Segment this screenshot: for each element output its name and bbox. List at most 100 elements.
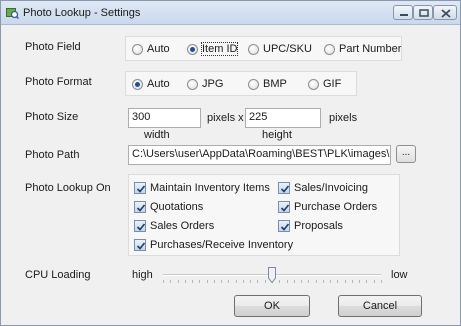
checkmark-icon <box>280 185 290 193</box>
radio-label: Auto <box>147 78 170 90</box>
checkmark-icon <box>136 204 146 212</box>
slider-tick <box>257 280 258 283</box>
pixels-x-label: pixels x <box>207 112 244 124</box>
slider-tick <box>170 280 171 283</box>
slider-tick <box>178 280 179 283</box>
photo-width-input[interactable]: 300 <box>128 108 201 128</box>
slider-tick <box>221 280 222 283</box>
width-caption: width <box>144 129 170 141</box>
slider-tick <box>287 280 288 283</box>
checkbox-box <box>134 220 146 232</box>
photo-field-radio-auto[interactable]: Auto <box>132 42 170 56</box>
checkbox-label: Quotations <box>150 201 204 213</box>
photo-field-radio-part-number[interactable]: Part Number <box>324 42 401 56</box>
check-sales-invoicing[interactable]: Sales/Invoicing <box>278 181 368 195</box>
photo-field-radio-upc-sku[interactable]: UPC/SKU <box>248 42 312 56</box>
check-sales-orders[interactable]: Sales Orders <box>134 219 214 233</box>
radio-label: JPG <box>202 78 224 90</box>
radio-label: UPC/SKU <box>263 43 312 55</box>
checkbox-box <box>134 182 146 194</box>
cpu-loading-slider-thumb[interactable] <box>268 267 276 284</box>
checkmark-icon <box>136 223 146 231</box>
checkmark-icon <box>136 185 146 193</box>
height-caption: height <box>262 129 292 141</box>
slider-tick <box>330 280 331 283</box>
close-button[interactable] <box>433 5 457 20</box>
checkbox-label: Purchase Orders <box>294 201 378 213</box>
checkbox-box <box>134 201 146 213</box>
checkbox-box <box>278 220 290 232</box>
checkbox-label: Proposals <box>294 220 343 232</box>
radio-circle <box>248 43 259 55</box>
slider-tick <box>316 280 317 283</box>
photo-path-label: Photo Path <box>25 149 80 161</box>
photo-format-label: Photo Format <box>25 76 92 88</box>
checkmark-icon <box>280 204 290 212</box>
slider-tick <box>301 280 302 283</box>
slider-tick <box>243 280 244 283</box>
slider-tick <box>163 280 164 283</box>
photo-size-label: Photo Size <box>25 111 79 123</box>
slider-tick <box>228 280 229 283</box>
cancel-button[interactable]: Cancel <box>338 295 422 317</box>
minimize-icon <box>400 14 408 16</box>
checkmark-icon <box>136 242 146 250</box>
photo-field-label: Photo Field <box>25 41 81 53</box>
slider-tick <box>294 280 295 283</box>
checkbox-label: Sales Orders <box>150 220 215 232</box>
photo-format-radio-gif[interactable]: GIF <box>308 77 341 91</box>
check-maintain-inventory-items[interactable]: Maintain Inventory Items <box>134 181 270 195</box>
checkbox-box <box>278 182 290 194</box>
slider-tick <box>323 280 324 283</box>
check-proposals[interactable]: Proposals <box>278 219 343 233</box>
photo-height-input[interactable]: 225 <box>245 108 321 128</box>
slider-tick <box>250 280 251 283</box>
checkbox-label: Sales/Invoicing <box>294 182 368 194</box>
radio-label: BMP <box>263 78 287 90</box>
cpu-low-label: low <box>391 269 408 281</box>
slider-tick <box>236 280 237 283</box>
pixels-label: pixels <box>329 112 358 124</box>
checkbox-box <box>278 201 290 213</box>
slider-tick <box>381 280 382 283</box>
radio-circle <box>132 43 143 55</box>
photo-field-radio-item-id[interactable]: Item ID <box>187 42 239 56</box>
radio-label: GIF <box>323 78 342 90</box>
slider-tick <box>265 280 266 283</box>
radio-label: Item ID <box>200 42 239 56</box>
radio-circle <box>308 78 319 90</box>
photo-lookup-icon <box>6 6 20 20</box>
slider-tick <box>345 280 346 283</box>
radio-circle <box>187 43 198 55</box>
window-title: Photo Lookup - Settings <box>23 7 141 19</box>
radio-circle <box>187 78 198 90</box>
slider-tick <box>337 280 338 283</box>
radio-label: Auto <box>147 43 170 55</box>
ok-button[interactable]: OK <box>234 295 310 317</box>
slider-tick <box>352 280 353 283</box>
settings-window: Photo Lookup - Settings Photo Field Auto… <box>0 0 461 326</box>
photo-format-radio-auto[interactable]: Auto <box>132 77 170 91</box>
slider-tick <box>366 280 367 283</box>
title-bar[interactable]: Photo Lookup - Settings <box>1 1 460 25</box>
minimize-button[interactable] <box>393 5 413 20</box>
checkmark-icon <box>280 223 290 231</box>
photo-format-radio-bmp[interactable]: BMP <box>248 77 287 91</box>
slider-tick <box>185 280 186 283</box>
close-icon <box>441 9 451 18</box>
photo-path-input[interactable]: C:\Users\user\AppData\Roaming\BEST\PLK\i… <box>128 145 391 165</box>
checkbox-label: Maintain Inventory Items <box>150 182 270 194</box>
check-purchases-receive-inventory[interactable]: Purchases/Receive Inventory <box>134 238 293 252</box>
slider-tick <box>199 280 200 283</box>
radio-circle <box>248 78 259 90</box>
check-purchase-orders[interactable]: Purchase Orders <box>278 200 377 214</box>
browse-button[interactable]: ... <box>396 145 416 163</box>
checkbox-box <box>134 239 146 251</box>
photo-format-radio-jpg[interactable]: JPG <box>187 77 223 91</box>
check-quotations[interactable]: Quotations <box>134 200 203 214</box>
cpu-loading-label: CPU Loading <box>25 269 91 281</box>
maximize-icon <box>419 9 429 17</box>
maximize-button[interactable] <box>413 5 433 20</box>
slider-tick <box>279 280 280 283</box>
slider-tick <box>214 280 215 283</box>
